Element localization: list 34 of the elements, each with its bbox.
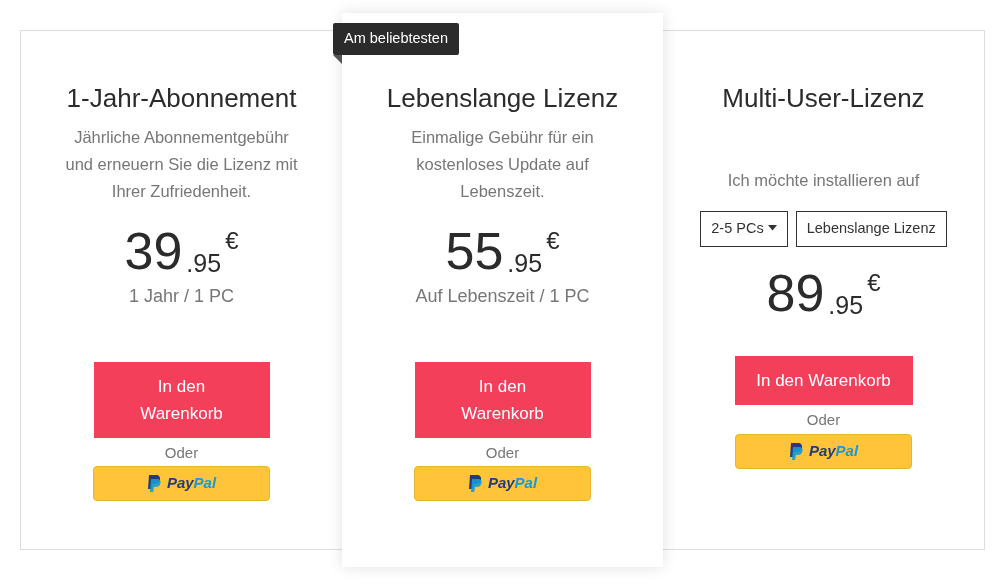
add-to-cart-button[interactable]: In den Warenkorb [93,361,270,438]
or-text: Oder [164,442,199,463]
add-to-cart-button[interactable]: In den Warenkorb [734,356,913,406]
paypal-logo-icon [788,442,803,460]
or-text: Oder [806,410,841,431]
currency-symbol: € [225,226,239,257]
paypal-logo-icon [146,475,161,493]
add-to-cart-button[interactable]: In den Warenkorb [414,361,591,438]
price-amount: 55 [445,221,504,282]
license-option-button[interactable]: Lebenslange Lizenz [795,210,947,247]
badge-fold-icon [333,55,342,64]
plan-term: 1 Jahr / 1 PC [128,284,234,308]
popular-badge: Am beliebtesten [333,23,459,55]
currency-symbol: € [867,267,881,298]
plan-term: Auf Lebenszeit / 1 PC [415,284,590,308]
plan-title: 1-Jahr-Abonnement [66,83,297,115]
price-amount: 89 [766,262,825,323]
price-cents: .95 [507,248,543,280]
plan-description: Jährliche Abonnementgebühr und erneuern Sie die Lizenz mit Ihrer Zufriedenheit. [64,127,299,203]
plan-description: Einmalige Gebühr für ein kostenloses Update auf Lebenszeit. [410,127,595,203]
currency-symbol: € [546,226,560,257]
device-dropdown[interactable]: 2-5 PCs [700,210,788,247]
plan-title: Lebenslange Lizenz [386,83,619,115]
plan-title: Multi-User-Lizenz [722,83,925,115]
price-cents: .95 [828,289,864,321]
caret-icon [767,224,777,231]
paypal-button[interactable]: PayPal [735,433,912,469]
paypal-button[interactable]: PayPal [93,466,270,502]
price-amount: 39 [124,221,183,282]
install-prompt: Ich möchte installieren auf [727,170,920,192]
or-text: Oder [485,442,520,463]
paypal-button[interactable]: PayPal [414,466,591,502]
paypal-logo-icon [467,475,482,493]
price-cents: .95 [186,248,222,280]
